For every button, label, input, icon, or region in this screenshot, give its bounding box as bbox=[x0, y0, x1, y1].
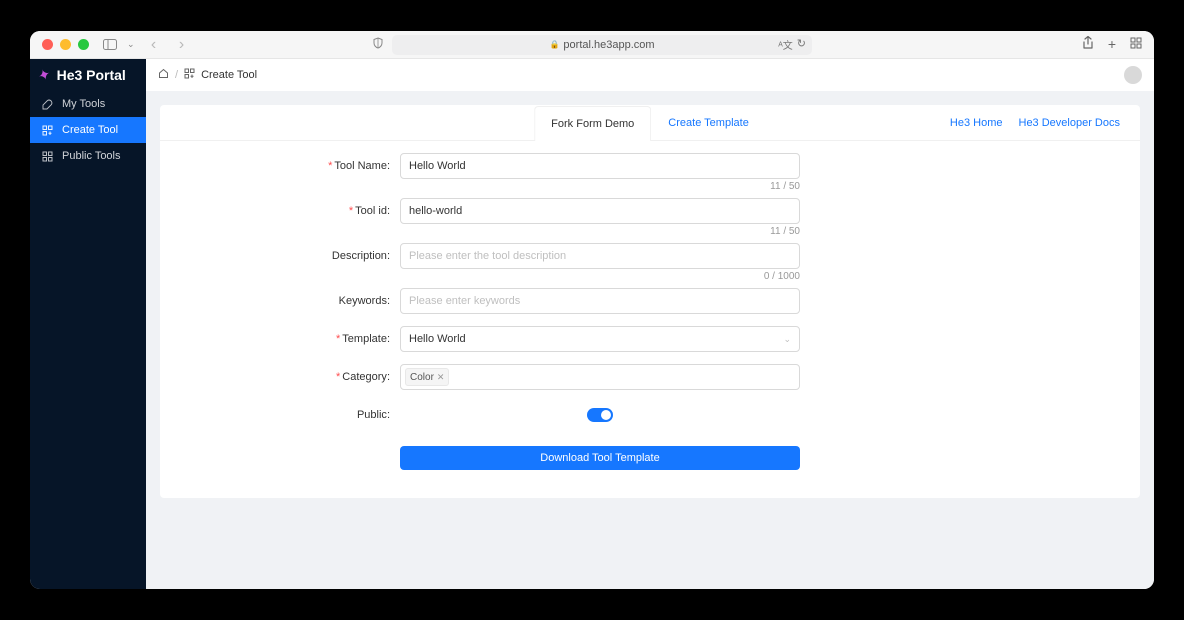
new-tab-icon[interactable]: + bbox=[1108, 36, 1116, 53]
breadcrumb-icon bbox=[184, 68, 195, 82]
breadcrumb: / Create Tool bbox=[158, 68, 257, 82]
sidebar-item-public-tools[interactable]: Public Tools bbox=[30, 143, 146, 169]
home-icon[interactable] bbox=[158, 68, 169, 82]
back-button[interactable]: ‹ bbox=[145, 36, 163, 54]
breadcrumb-current: Create Tool bbox=[201, 69, 257, 81]
form-card: Fork Form Demo Create Template He3 Home … bbox=[160, 105, 1140, 498]
sidebar: ✦ He3 Portal My Tools Create Tool Publi bbox=[30, 59, 146, 589]
forward-button[interactable]: › bbox=[173, 36, 191, 54]
label-keywords: Keywords bbox=[339, 295, 387, 307]
url-text: portal.he3app.com bbox=[563, 39, 654, 51]
link-he3-docs[interactable]: He3 Developer Docs bbox=[1019, 117, 1121, 129]
logo-icon: ✦ bbox=[35, 64, 53, 85]
public-toggle[interactable] bbox=[587, 408, 613, 422]
sidebar-item-my-tools[interactable]: My Tools bbox=[30, 91, 146, 117]
maximize-window[interactable] bbox=[78, 39, 89, 50]
sidebar-item-label: Public Tools bbox=[62, 150, 121, 162]
tool-id-counter: 11 / 50 bbox=[400, 226, 800, 237]
reload-icon[interactable]: ↻ bbox=[797, 37, 806, 52]
logo-text: He3 Portal bbox=[57, 67, 126, 83]
template-select[interactable]: Hello World ⌄ bbox=[400, 326, 800, 352]
app-icon bbox=[42, 125, 54, 136]
label-public: Public bbox=[357, 409, 387, 421]
logo[interactable]: ✦ He3 Portal bbox=[30, 59, 146, 91]
tabs-overview-icon[interactable] bbox=[1130, 36, 1142, 53]
close-window[interactable] bbox=[42, 39, 53, 50]
label-tool-name: Tool Name bbox=[334, 160, 387, 172]
label-template: Template bbox=[342, 333, 387, 345]
tab-fork-form-demo[interactable]: Fork Form Demo bbox=[534, 106, 651, 141]
label-tool-id: Tool id bbox=[355, 205, 387, 217]
translate-icon[interactable]: ᴬ文 bbox=[778, 37, 793, 52]
tag-remove-icon[interactable]: ✕ bbox=[437, 372, 445, 383]
sidebar-toggle-icon[interactable] bbox=[103, 39, 117, 50]
sidebar-item-label: Create Tool bbox=[62, 124, 118, 136]
shield-icon[interactable] bbox=[372, 37, 384, 52]
chevron-down-icon: ⌄ bbox=[783, 334, 791, 345]
chevron-down-icon[interactable]: ⌄ bbox=[127, 39, 135, 50]
tab-create-template[interactable]: Create Template bbox=[651, 105, 766, 140]
category-input[interactable]: Color ✕ bbox=[400, 364, 800, 390]
minimize-window[interactable] bbox=[60, 39, 71, 50]
download-template-button[interactable]: Download Tool Template bbox=[400, 446, 800, 470]
tool-id-input[interactable] bbox=[400, 198, 800, 224]
topbar: / Create Tool bbox=[146, 59, 1154, 91]
keywords-input[interactable] bbox=[400, 288, 800, 314]
breadcrumb-sep: / bbox=[175, 69, 178, 81]
category-tag: Color ✕ bbox=[405, 368, 449, 386]
sidebar-item-create-tool[interactable]: Create Tool bbox=[30, 117, 146, 143]
description-counter: 0 / 1000 bbox=[400, 271, 800, 282]
browser-titlebar: ⌄ ‹ › 🔒 portal.he3app.com ᴬ文 ↻ + bbox=[30, 31, 1154, 59]
link-he3-home[interactable]: He3 Home bbox=[950, 117, 1003, 129]
tool-name-input[interactable] bbox=[400, 153, 800, 179]
description-input[interactable] bbox=[400, 243, 800, 269]
tool-name-counter: 11 / 50 bbox=[400, 181, 800, 192]
lock-icon: 🔒 bbox=[549, 40, 559, 49]
label-description: Description bbox=[332, 250, 387, 262]
template-value: Hello World bbox=[409, 333, 466, 345]
window-controls bbox=[42, 39, 89, 50]
grid-icon bbox=[42, 151, 54, 162]
share-icon[interactable] bbox=[1082, 36, 1094, 53]
sidebar-item-label: My Tools bbox=[62, 98, 105, 110]
wrench-icon bbox=[42, 99, 54, 110]
label-category: Category bbox=[342, 371, 387, 383]
avatar[interactable] bbox=[1124, 66, 1142, 84]
url-bar[interactable]: 🔒 portal.he3app.com ᴬ文 ↻ bbox=[392, 35, 812, 55]
